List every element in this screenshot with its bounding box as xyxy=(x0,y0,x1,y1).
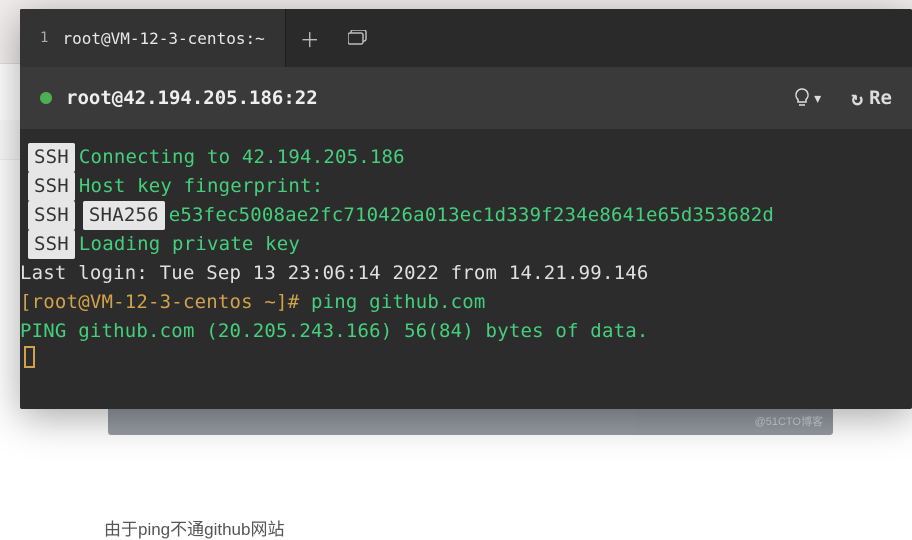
body-text: 由于ping不通github网站 xyxy=(104,515,284,540)
terminal-body[interactable]: SSH Connecting to 42.194.205.186 SSH Hos… xyxy=(20,129,912,368)
hint-button[interactable]: ▾ xyxy=(794,88,823,109)
terminal-line: e53fec5008ae2fc710426a013ec1d339f234e864… xyxy=(169,201,774,230)
terminal-statusbar: root@42.194.205.186:22 ▾ ↻ Re xyxy=(20,67,912,129)
reconnect-button[interactable]: ↻ Re xyxy=(851,86,892,110)
terminal-line: Connecting to 42.194.205.186 xyxy=(79,143,405,172)
ssh-badge: SSH xyxy=(28,201,75,230)
ssh-badge: SSH xyxy=(28,172,75,201)
terminal-line: Last login: Tue Sep 13 23:06:14 2022 fro… xyxy=(20,259,912,288)
tab-index: 1 xyxy=(40,30,48,46)
terminal-window: 1 root@VM-12-3-centos:~ ＋ root@42.194.20… xyxy=(20,9,912,409)
ssh-badge: SSH xyxy=(28,143,75,172)
reconnect-label: Re xyxy=(869,87,892,109)
terminal-line: Host key fingerprint: xyxy=(79,172,323,201)
sha-badge: SHA256 xyxy=(83,201,165,230)
terminal-cursor xyxy=(24,346,35,368)
new-tab-button[interactable]: ＋ xyxy=(286,9,334,67)
terminal-tabbar: 1 root@VM-12-3-centos:~ ＋ xyxy=(20,9,912,67)
terminal-line: Loading private key xyxy=(79,230,300,259)
terminal-line: PING github.com (20.205.243.166) 56(84) … xyxy=(20,317,912,346)
windows-icon[interactable] xyxy=(334,9,382,67)
shell-command: ping github.com xyxy=(311,288,486,317)
refresh-icon: ↻ xyxy=(851,86,863,110)
ssh-badge: SSH xyxy=(28,230,75,259)
connection-title: root@42.194.205.186:22 xyxy=(66,87,318,109)
terminal-tab[interactable]: 1 root@VM-12-3-centos:~ xyxy=(20,9,286,67)
tab-title: root@VM-12-3-centos:~ xyxy=(62,29,264,48)
chevron-down-icon: ▾ xyxy=(812,88,823,109)
connection-status-dot xyxy=(40,92,52,104)
shell-prompt: [root@VM-12-3-centos ~]# xyxy=(20,288,311,317)
